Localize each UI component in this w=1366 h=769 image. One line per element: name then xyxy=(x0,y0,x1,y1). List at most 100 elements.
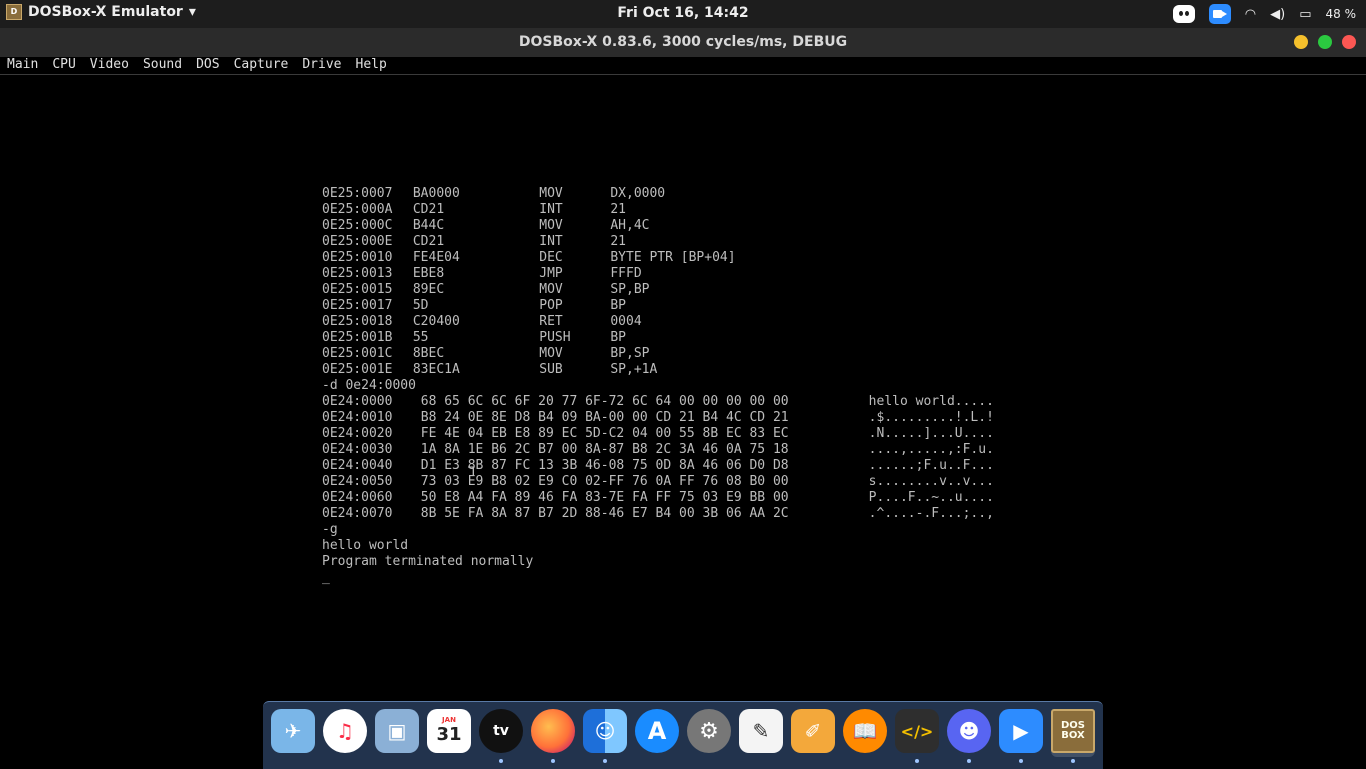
dock-item-script-editor[interactable]: </> xyxy=(895,709,939,763)
mouse-cursor-icon: Ꞁ xyxy=(468,465,476,480)
disasm-bytes: 8BEC xyxy=(412,346,445,361)
dock-item-app-store[interactable]: A xyxy=(635,709,679,757)
dump-ascii: .N.....]...U.... xyxy=(868,426,994,441)
disasm-address: 0E25:0018 xyxy=(322,314,393,329)
battery-icon[interactable]: ▭ xyxy=(1299,7,1311,22)
running-indicator xyxy=(915,759,919,763)
dock-item-calendar[interactable]: JAN 31 xyxy=(427,709,471,757)
menu-dos[interactable]: DOS xyxy=(196,57,219,73)
disasm-address: 0E25:0015 xyxy=(322,282,393,297)
dock-item-preview[interactable]: ▣ xyxy=(375,709,419,757)
disasm-bytes: 83EC1A xyxy=(412,362,460,377)
dump-ascii: ......;F.u..F... xyxy=(868,458,994,473)
system-preferences-icon: ⚙ xyxy=(687,709,731,753)
dock-item-system-preferences[interactable]: ⚙ xyxy=(687,709,731,757)
dock-item-apple-tv[interactable]: tv xyxy=(479,709,523,763)
menu-help[interactable]: Help xyxy=(356,57,387,73)
app-menu[interactable]: D DOSBox-X Emulator ▾ xyxy=(6,4,196,20)
disasm-opcode: DEC xyxy=(539,250,563,265)
disasm-opcode: MOV xyxy=(539,186,563,201)
disasm-address: 0E25:000C xyxy=(322,218,393,233)
dump-ascii: s........v..v... xyxy=(868,474,994,489)
calendar-day: 31 xyxy=(436,724,462,745)
dump-address: 0E24:0070 xyxy=(322,506,393,521)
dump-hex: FE 4E 04 EB E8 89 EC 5D-C2 04 00 55 8B E… xyxy=(420,426,789,441)
disasm-operands: BP xyxy=(610,298,626,313)
maximize-button[interactable] xyxy=(1318,35,1332,49)
dump-ascii: .$.........!.L.! xyxy=(868,410,994,425)
dump-ascii: .^....-.F...;.., xyxy=(868,506,994,521)
mail-icon: ✈ xyxy=(271,709,315,753)
menu-capture[interactable]: Capture xyxy=(234,57,289,73)
wifi-icon[interactable]: ◠ xyxy=(1245,7,1256,22)
app-store-icon: A xyxy=(635,709,679,753)
dosbox-app-icon: D xyxy=(6,4,22,20)
discord-tray-icon[interactable] xyxy=(1172,5,1195,23)
menu-sound[interactable]: Sound xyxy=(143,57,182,73)
dock-item-finder[interactable]: ☺ xyxy=(583,709,627,763)
running-indicator xyxy=(499,759,503,763)
dump-hex: 1A 8A 1E B6 2C B7 00 8A-87 B8 2C 3A 46 0… xyxy=(420,442,789,457)
disasm-bytes: B44C xyxy=(412,218,445,233)
disasm-bytes: EBE8 xyxy=(412,266,445,281)
dump-address: 0E24:0030 xyxy=(322,442,393,457)
disasm-operands: 21 xyxy=(610,234,626,249)
chevron-down-icon: ▾ xyxy=(188,4,196,20)
dos-screen[interactable]: 0E25:0007 BA0000 MOV DX,0000 0E25:000A CD21 IN… xyxy=(0,75,1366,701)
disasm-bytes: 5D xyxy=(412,298,429,313)
disasm-address: 0E25:0013 xyxy=(322,266,393,281)
dock-item-pages[interactable]: ✐ xyxy=(791,709,835,757)
disasm-address: 0E25:0010 xyxy=(322,250,393,265)
volume-icon[interactable]: ◀) xyxy=(1270,7,1285,22)
discord-icon: ☻ xyxy=(947,709,991,753)
disasm-bytes: FE4E04 xyxy=(412,250,460,265)
app-menu-label: DOSBox-X Emulator xyxy=(28,4,183,20)
dump-hex: 73 03 E9 B8 02 E9 C0 02-FF 76 0A FF 76 0… xyxy=(420,474,789,489)
dump-hex: B8 24 0E 8E D8 B4 09 BA-00 00 CD 21 B4 4… xyxy=(420,410,789,425)
disasm-opcode: SUB xyxy=(539,362,563,377)
disasm-bytes: CD21 xyxy=(412,202,445,217)
finder-icon: ☺ xyxy=(583,709,627,753)
disasm-address: 0E25:000E xyxy=(322,234,393,249)
apple-tv-icon: tv xyxy=(479,709,523,753)
dump-ascii: hello world..... xyxy=(868,394,994,409)
dock-item-music[interactable]: ♫ xyxy=(323,709,367,757)
dock-item-mail[interactable]: ✈ xyxy=(271,709,315,757)
menu-main[interactable]: Main xyxy=(7,57,38,73)
disasm-address: 0E25:001B xyxy=(322,330,393,345)
dump-hex: 8B 5E FA 8A 87 B7 2D 88-46 E7 B4 00 3B 0… xyxy=(420,506,789,521)
menu-cpu[interactable]: CPU xyxy=(52,57,75,73)
disasm-opcode: MOV xyxy=(539,218,563,233)
minimize-button[interactable] xyxy=(1294,35,1308,49)
disasm-opcode: JMP xyxy=(539,266,563,281)
program-status: Program terminated normally xyxy=(322,554,534,569)
dock-item-books[interactable]: 📖 xyxy=(843,709,887,757)
menu-drive[interactable]: Drive xyxy=(302,57,341,73)
disasm-address: 0E25:0017 xyxy=(322,298,393,313)
dock-item-firefox[interactable] xyxy=(531,709,575,763)
disasm-opcode: MOV xyxy=(539,282,563,297)
books-icon: 📖 xyxy=(843,709,887,753)
dump-hex: D1 E3 8B 87 FC 13 3B 46-08 75 0D 8A 46 0… xyxy=(420,458,789,473)
disasm-bytes: C20400 xyxy=(412,314,460,329)
dock-item-textedit[interactable]: ✎ xyxy=(739,709,783,757)
dock-item-discord[interactable]: ☻ xyxy=(947,709,991,763)
dock: ✈ ♫ ▣ JAN 31 tv ☺ A ⚙ ✎ ✐ 📖 </> ☻ ▶ DOS BOX xyxy=(263,701,1103,769)
disasm-bytes: CD21 xyxy=(412,234,445,249)
zoom-tray-icon[interactable] xyxy=(1208,4,1231,24)
dosbox-logo-text: BOX xyxy=(1061,730,1085,741)
disasm-address: 0E25:000A xyxy=(322,202,393,217)
menu-video[interactable]: Video xyxy=(90,57,129,73)
dump-ascii: ....,.....,:F.u. xyxy=(868,442,994,457)
disasm-operands: SP,BP xyxy=(610,282,650,297)
menu-bar: Main CPU Video Sound DOS Capture Drive Help xyxy=(0,57,1366,75)
dump-address: 0E24:0060 xyxy=(322,490,393,505)
clock[interactable]: Fri Oct 16, 14:42 xyxy=(617,5,748,21)
firefox-icon xyxy=(531,709,575,753)
window-titlebar[interactable]: DOSBox-X 0.83.6, 3000 cycles/ms, DEBUG xyxy=(0,28,1366,57)
dock-item-zoom[interactable]: ▶ xyxy=(999,709,1043,763)
close-button[interactable] xyxy=(1342,35,1356,49)
battery-percent[interactable]: 48 % xyxy=(1326,7,1357,21)
dock-item-dosbox[interactable]: DOS BOX xyxy=(1051,709,1095,763)
window-controls xyxy=(1294,35,1356,49)
